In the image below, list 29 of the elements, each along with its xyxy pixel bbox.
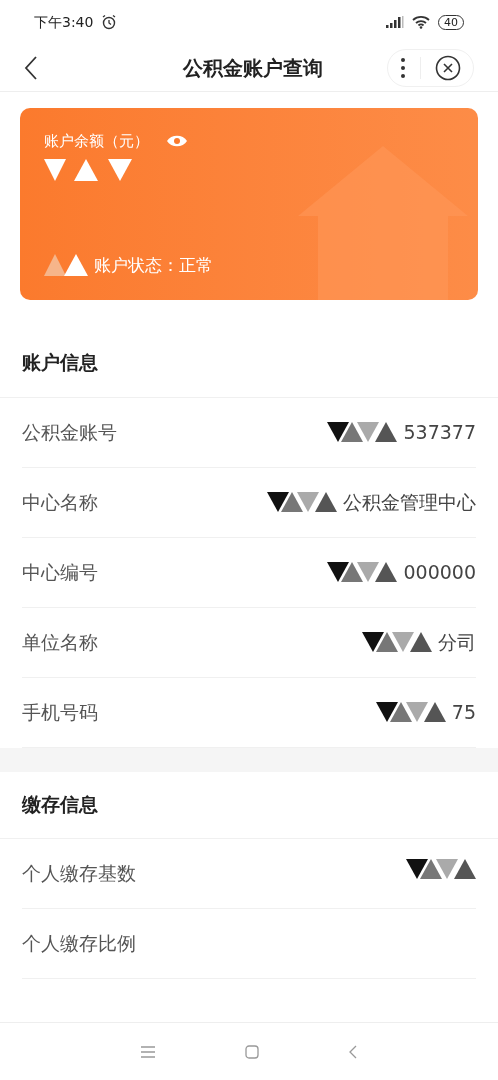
- account-status: 账户状态：正常: [94, 253, 213, 277]
- signal-icon: [386, 16, 404, 28]
- field-label: 手机号码: [22, 699, 98, 725]
- section-title: 账户信息: [22, 350, 99, 375]
- field-value: 75: [451, 699, 476, 725]
- field-value: 000000: [403, 559, 476, 585]
- field-label: 中心名称: [22, 489, 98, 515]
- house-icon: [298, 146, 468, 300]
- field-label: 单位名称: [22, 629, 98, 655]
- eye-icon[interactable]: [167, 134, 187, 149]
- status-time: 下午3:40: [34, 12, 94, 32]
- wifi-icon: [412, 15, 430, 29]
- section-title: 缴存信息: [22, 791, 99, 817]
- back-icon[interactable]: [349, 1044, 357, 1059]
- field-label: 中心编号: [22, 559, 98, 585]
- field-label: 公积金账号: [22, 419, 117, 445]
- field-value: 公积金管理中心: [343, 489, 476, 515]
- alarm-clock-icon: [101, 14, 118, 30]
- balance-label: 账户余额（元）: [44, 131, 149, 152]
- more-icon[interactable]: [400, 56, 406, 79]
- menu-icon[interactable]: [141, 1045, 155, 1058]
- field-value: 537377: [403, 419, 476, 445]
- redaction-drawing: [44, 254, 88, 277]
- field-label: 个人缴存基数: [22, 861, 136, 886]
- home-icon[interactable]: [245, 1044, 259, 1059]
- close-icon[interactable]: [435, 54, 461, 81]
- page-title: 公积金账户查询: [182, 54, 323, 82]
- field-value: 分司: [438, 629, 476, 655]
- field-label: 个人缴存比例: [22, 931, 136, 956]
